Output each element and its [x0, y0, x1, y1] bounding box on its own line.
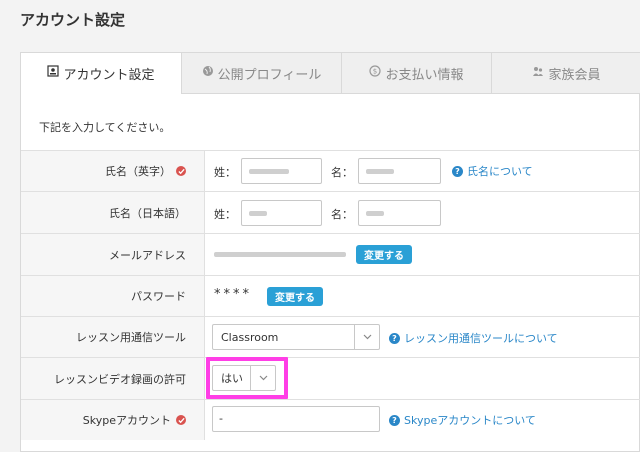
row-label: メールアドレス [109, 248, 186, 262]
skype-account-input[interactable]: - [212, 406, 380, 432]
row-label: Skypeアカウント [82, 414, 171, 427]
tab-label: 家族会員 [548, 67, 601, 83]
help-link-label: 氏名について [467, 165, 533, 178]
lesson-tool-help-link[interactable]: ? レッスン用通信ツールについて [389, 330, 558, 346]
tab-payment-info[interactable]: $ お支払い情報 [341, 53, 491, 94]
settings-tabs: アカウント設定 公開プロフィール $ お支払い情報 家族会員 [21, 53, 640, 95]
tab-label: 公開プロフィール [217, 67, 322, 83]
first-name-prefix: 名： [331, 208, 353, 221]
row-label: パスワード [131, 290, 186, 303]
help-link-label: レッスン用通信ツールについて [404, 332, 558, 345]
first-name-prefix: 名： [331, 166, 353, 179]
select-value: はい [221, 372, 243, 385]
tab-account-settings[interactable]: アカウント設定 [21, 53, 181, 94]
first-name-jp-input[interactable] [358, 200, 441, 226]
tab-family-members[interactable]: 家族会員 [491, 53, 640, 94]
select-value: Classroom [221, 330, 279, 344]
coin-icon: $ [369, 65, 382, 81]
change-password-button[interactable]: 変更する [267, 287, 323, 306]
required-check-icon [176, 415, 186, 425]
last-name-en-input[interactable] [241, 158, 322, 184]
row-name-english: 氏名（英字） 姓： 名： ? 氏名について [21, 150, 640, 191]
lesson-tool-select[interactable]: Classroom [212, 324, 380, 350]
family-icon [532, 65, 544, 81]
row-label: レッスンビデオ録画の許可 [54, 372, 186, 386]
row-label: 氏名（日本語） [109, 206, 186, 220]
help-icon: ? [452, 165, 463, 177]
intro-text: 下記を入力してください。 [39, 121, 171, 134]
change-email-button[interactable]: 変更する [356, 245, 412, 264]
row-skype: Skypeアカウント - ? Skypeアカウントについて [21, 399, 640, 440]
last-name-jp-input[interactable] [241, 200, 322, 226]
tab-label: お支払い情報 [385, 67, 464, 83]
chevron-down-icon [250, 366, 275, 390]
row-email: メールアドレス 変更する [21, 233, 640, 275]
input-value: - [219, 412, 223, 425]
row-name-japanese: 氏名（日本語） 姓： 名： [21, 191, 640, 233]
row-label: 氏名（英字） [105, 165, 171, 178]
blurred-value [249, 169, 289, 174]
page-title: アカウント設定 [20, 11, 126, 29]
row-label: レッスン用通信ツール [76, 331, 186, 344]
first-name-en-input[interactable] [358, 158, 441, 184]
required-check-icon [176, 166, 186, 176]
last-name-prefix: 姓： [214, 166, 236, 179]
last-name-prefix: 姓： [214, 208, 236, 221]
help-link-label: Skypeアカウントについて [404, 414, 536, 427]
row-password: パスワード **** 変更する [21, 275, 640, 316]
globe-icon [202, 65, 214, 81]
help-icon: ? [389, 414, 400, 426]
tab-label: アカウント設定 [63, 67, 155, 83]
svg-text:$: $ [373, 68, 377, 76]
blurred-value [249, 211, 267, 216]
row-video-recording: レッスンビデオ録画の許可 はい [21, 357, 640, 399]
account-icon [47, 65, 60, 81]
video-recording-select[interactable]: はい [212, 365, 276, 391]
account-settings-panel: アカウント設定 公開プロフィール $ お支払い情報 家族会員 下記を入力してくだ… [20, 52, 640, 452]
blurred-value [366, 211, 384, 216]
tab-public-profile[interactable]: 公開プロフィール [181, 53, 341, 94]
name-help-link[interactable]: ? 氏名について [452, 163, 533, 179]
blurred-email-value [214, 252, 346, 257]
skype-help-link[interactable]: ? Skypeアカウントについて [389, 412, 536, 428]
help-icon: ? [389, 332, 400, 344]
row-lesson-tool: レッスン用通信ツール Classroom ? レッスン用通信ツールについて [21, 316, 640, 357]
chevron-down-icon [354, 325, 379, 349]
password-mask: **** [214, 287, 252, 302]
blurred-value [366, 169, 394, 174]
